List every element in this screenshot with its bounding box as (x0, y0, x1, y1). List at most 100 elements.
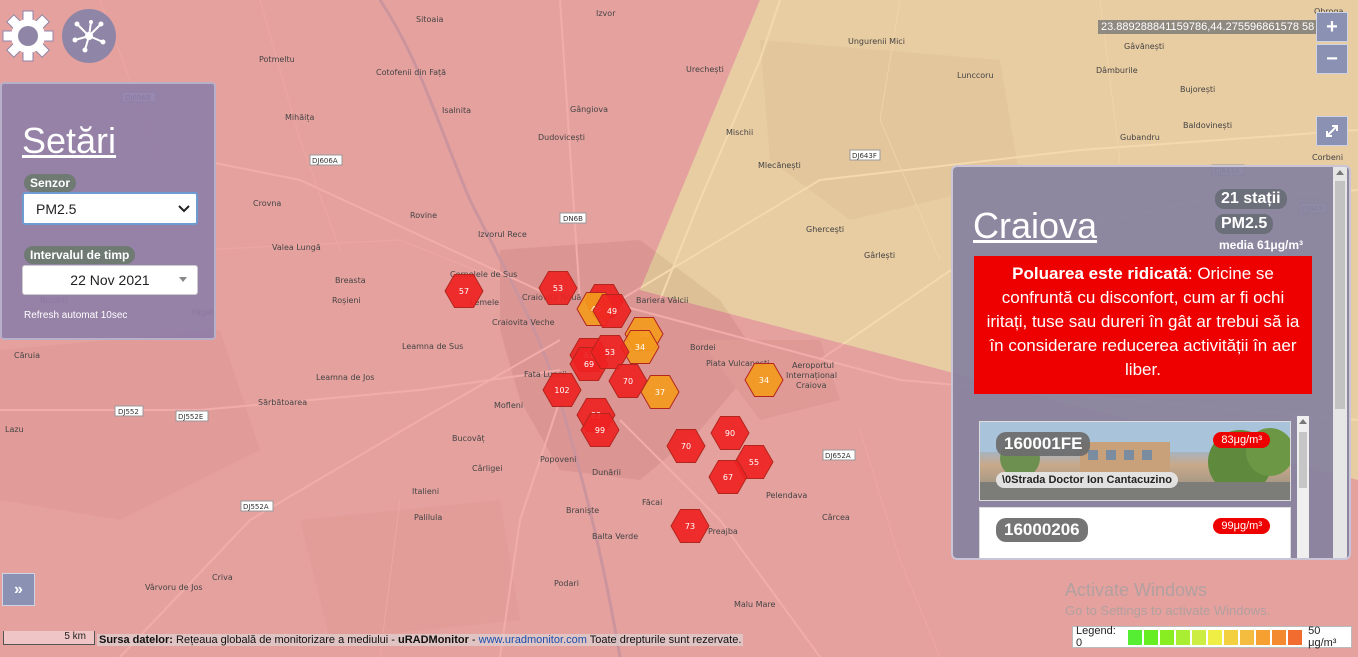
svg-text:Cârligei: Cârligei (472, 464, 502, 473)
svg-text:Podari: Podari (554, 579, 579, 588)
svg-text:Balta Verde: Balta Verde (592, 532, 638, 541)
svg-text:Lazu: Lazu (5, 425, 24, 434)
scroll-thumb[interactable] (1299, 432, 1307, 488)
svg-text:Căruia: Căruia (14, 351, 40, 360)
svg-text:Malu Mare: Malu Mare (734, 600, 776, 609)
svg-text:DJ552: DJ552 (118, 408, 139, 416)
svg-text:Italieni: Italieni (412, 487, 439, 496)
legend-swatch (1160, 629, 1175, 645)
station-marker-value: 37 (655, 388, 665, 397)
station-marker-value: 70 (681, 442, 691, 451)
svg-text:Izvorul Rece: Izvorul Rece (478, 230, 527, 239)
sensor-select-value: PM2.5 (36, 200, 77, 217)
station-list-scrollbar[interactable] (1297, 416, 1309, 558)
chevron-down-icon (178, 204, 190, 212)
svg-text:Gubandru: Gubandru (1120, 133, 1160, 142)
coordinates-readout: 23.889288841159786,44.275596861578 58 (1098, 20, 1318, 34)
legend-swatch (1176, 629, 1191, 645)
source-text: Rețeaua globală de monitorizare a mediul… (172, 634, 398, 646)
station-marker-value: 55 (749, 458, 759, 467)
legend-max: 50 μg/m³ (1308, 625, 1337, 649)
sensor-select[interactable]: PM2.5 (22, 192, 198, 225)
fullscreen-button[interactable] (1316, 116, 1348, 146)
svg-text:Sitoaia: Sitoaia (416, 15, 443, 24)
pollution-alert: Poluarea este ridicată: Oricine se confr… (974, 256, 1312, 394)
legend-swatch (1128, 629, 1143, 645)
settings-panel: Setări Senzor PM2.5 Intervalul de timp 2… (0, 82, 216, 340)
date-picker[interactable]: 22 Nov 2021 (22, 265, 198, 295)
expand-icon (1326, 125, 1338, 137)
svg-text:Mihăița: Mihăița (285, 113, 314, 123)
station-marker-value: 53 (553, 284, 563, 293)
station-value: 83μg/m³ (1213, 432, 1270, 448)
settings-gear-icon[interactable] (2, 10, 54, 62)
zoom-out-button[interactable]: − (1316, 44, 1348, 74)
network-button[interactable] (62, 9, 116, 63)
source-link[interactable]: www.uradmonitor.com (479, 634, 587, 646)
svg-text:Gârlești: Gârlești (864, 251, 895, 261)
sensor-label: Senzor (24, 174, 77, 192)
station-card[interactable]: 160001FE 83μg/m³ \0Strada Doctor Ion Can… (979, 421, 1291, 501)
svg-text:Făcai: Făcai (642, 498, 662, 507)
station-marker-value: 34 (635, 343, 645, 352)
svg-text:DJ552E: DJ552E (178, 413, 203, 421)
svg-text:Rovine: Rovine (410, 211, 437, 220)
svg-text:Izvor: Izvor (596, 9, 616, 18)
svg-text:DJ606A: DJ606A (312, 157, 338, 165)
source-sep: - (468, 634, 479, 646)
svg-text:Mofleni: Mofleni (494, 401, 523, 410)
svg-text:Internațional: Internațional (786, 371, 837, 381)
svg-text:Dunării: Dunării (592, 468, 621, 477)
svg-text:Sărbătoarea: Sărbătoarea (258, 398, 307, 407)
scroll-thumb[interactable] (1335, 181, 1345, 409)
station-marker-value: 102 (554, 386, 569, 395)
station-marker-value: 90 (725, 429, 735, 438)
svg-text:Roșieni: Roșieni (332, 296, 361, 306)
alert-title: Poluarea este ridicată (1012, 264, 1188, 283)
svg-text:Leamna de Sus: Leamna de Sus (402, 342, 463, 351)
svg-text:Gângiova: Gângiova (570, 105, 608, 114)
station-value: 99μg/m³ (1213, 518, 1270, 534)
svg-text:Aeroportul: Aeroportul (792, 361, 834, 370)
svg-text:Preajba: Preajba (708, 527, 738, 536)
network-icon (72, 20, 106, 53)
svg-text:Criva: Criva (212, 573, 233, 582)
city-name[interactable]: Craiova (973, 205, 1097, 247)
caret-down-icon (179, 277, 187, 282)
source-label: Sursa datelor: (99, 634, 173, 646)
station-id: 160001FE (996, 432, 1091, 456)
svg-text:DJ552A: DJ552A (243, 503, 269, 511)
interval-label: Intervalul de timp (24, 246, 136, 264)
svg-text:Bordei: Bordei (690, 343, 716, 352)
station-marker-value: 70 (623, 377, 633, 386)
svg-text:Valea Lungă: Valea Lungă (272, 243, 321, 252)
svg-text:Gâvănești: Gâvănești (1124, 42, 1164, 52)
svg-text:Urechești: Urechești (686, 65, 724, 75)
svg-text:DJ643F: DJ643F (852, 152, 877, 160)
scale-bar: 5 km (3, 631, 95, 645)
svg-text:Bucovăț: Bucovăț (452, 434, 485, 444)
expand-panel-button[interactable]: » (2, 573, 35, 606)
legend-swatch (1192, 629, 1207, 645)
legend-swatches (1128, 629, 1304, 645)
scroll-up-icon[interactable] (1336, 170, 1344, 175)
station-id: 16000206 (996, 518, 1088, 542)
sensor-type-badge: PM2.5 (1215, 214, 1274, 234)
svg-text:Potmeltu: Potmeltu (259, 55, 295, 64)
legend: Legend: 0 50 μg/m³ (1072, 625, 1352, 649)
panel-scrollbar[interactable] (1333, 167, 1347, 558)
svg-text:Gherceşti: Gherceşti (806, 225, 844, 234)
station-marker-value: 73 (685, 522, 695, 531)
svg-text:Braniște: Braniște (566, 506, 599, 516)
scroll-up-icon[interactable] (1299, 419, 1307, 424)
legend-swatch (1272, 629, 1287, 645)
svg-text:Popoveni: Popoveni (540, 455, 576, 464)
stations-count: 21 stații (1215, 189, 1287, 209)
svg-text:Lunccoru: Lunccoru (957, 71, 994, 80)
city-info-panel: Craiova 21 stații PM2.5 media 61μg/m³ Po… (951, 165, 1351, 560)
station-card[interactable]: 16000206 99μg/m³ (979, 507, 1291, 558)
station-address: \0Strada Doctor Ion Cantacuzino (996, 472, 1178, 488)
zoom-in-button[interactable]: + (1316, 12, 1348, 42)
data-source-attribution: Sursa datelor: Rețeaua globală de monito… (97, 634, 744, 646)
activate-windows-title: Activate Windows (1065, 580, 1208, 600)
